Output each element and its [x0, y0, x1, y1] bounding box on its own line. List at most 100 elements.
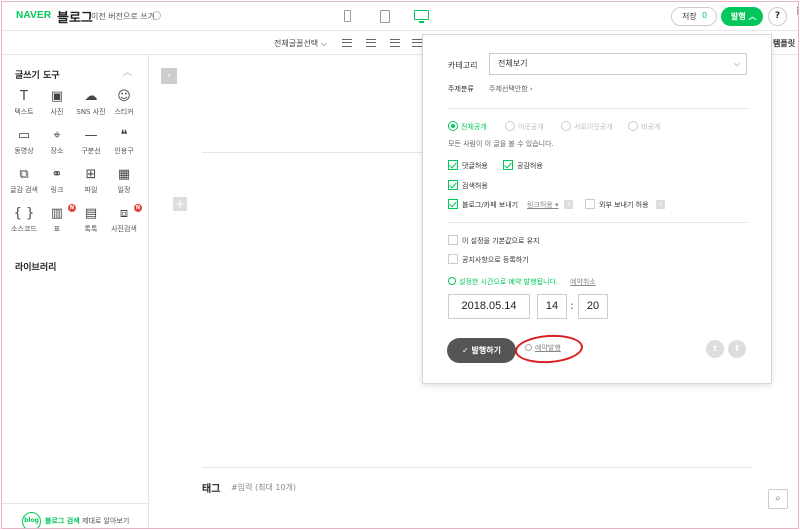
tool-talktalk[interactable]: ▤ 톡톡 [74, 206, 108, 234]
collapse-sidebar-button[interactable]: ‹ [161, 68, 177, 84]
pc-preview-icon[interactable] [414, 10, 429, 20]
allow-search-checkbox[interactable] [448, 180, 458, 190]
tool-label: 표 [53, 225, 61, 233]
more-menu-button[interactable]: ⋮ [793, 7, 798, 17]
tool-sns-photo[interactable]: ☁ SNS 사진 [74, 89, 108, 117]
facebook-icon[interactable]: f [728, 340, 746, 358]
visibility-radio-mutual[interactable] [561, 121, 571, 131]
twitter-icon[interactable]: t [706, 340, 724, 358]
tool-sticker[interactable]: ☺ 스티커 [107, 89, 141, 117]
allow-likes-checkbox[interactable] [503, 160, 513, 170]
external-share-checkbox[interactable] [585, 199, 595, 209]
allow-share-label: 블로그/카페 보내기 [462, 201, 519, 209]
tag-input[interactable]: #입력 (최대 10개) [231, 482, 296, 493]
save-count: 0 [702, 11, 708, 20]
tool-schedule[interactable]: ▦ 일정 [107, 167, 141, 195]
publish-button[interactable]: 발행 ︿ [721, 7, 763, 26]
date-field[interactable]: 2018.05.14 [448, 294, 530, 319]
divider-icon: — [84, 128, 98, 143]
visibility-public-label: 전체공개 [461, 123, 487, 131]
publish-now-label: 발행하기 [471, 346, 501, 355]
align-right-icon[interactable] [390, 39, 400, 47]
tool-file[interactable]: ⊞ 파일 [74, 167, 108, 195]
allow-share-checkbox[interactable] [448, 199, 458, 209]
tool-divider[interactable]: — 구분선 [74, 128, 108, 156]
new-badge: N [134, 204, 142, 212]
notice-checkbox[interactable] [448, 254, 458, 264]
tablet-preview-icon[interactable] [380, 10, 390, 23]
help-button[interactable]: ? [768, 7, 787, 26]
tool-label: 장소 [50, 147, 64, 155]
visibility-note: 모든 사람이 이 글을 볼 수 있습니다. [448, 140, 554, 148]
font-select[interactable]: 전체글꼴선택 ⌵ [274, 38, 327, 49]
writing-tools-sidebar: 글쓰기 도구 ︿ T 텍스트 ▣ 사진 ☁ SNS 사진 ☺ 스티커 ▭ 동영상 ⌖ 장소 … [2, 55, 149, 528]
chevron-up-icon[interactable]: ︿ [123, 65, 132, 78]
publish-settings-dialog: 카테고리 전체보기 ⌵ 주제분류 주제선택안함 › 전체공개 이웃공개 서로이웃… [422, 34, 772, 384]
visibility-radio-neighbor[interactable] [505, 121, 515, 131]
tool-label: 텍스트 [14, 108, 34, 116]
hour-field[interactable]: 14 [537, 294, 567, 319]
notice-label: 공지사항으로 등록하기 [462, 256, 529, 264]
help-icon[interactable]: ? [564, 200, 573, 209]
category-value: 전체보기 [498, 59, 528, 68]
tool-label: 구분선 [81, 147, 101, 155]
keep-default-checkbox[interactable] [448, 235, 458, 245]
search-zoom-icon[interactable]: ⌕ [768, 489, 788, 509]
allow-comments-checkbox[interactable] [448, 160, 458, 170]
tool-text[interactable]: T 텍스트 [7, 89, 41, 117]
tool-label: 사진검색 [111, 225, 137, 233]
publish-label: 발행 [731, 12, 746, 21]
tool-label: 스티커 [114, 108, 134, 116]
allow-comments-label: 댓글허용 [462, 162, 488, 170]
info-icon[interactable] [152, 11, 161, 20]
minute-field[interactable]: 20 [578, 294, 608, 319]
tool-material-search[interactable]: ⧉ 글감 검색 [7, 167, 41, 195]
library-title[interactable]: 라이브러리 [15, 260, 56, 273]
smiley-icon: ☺ [117, 89, 131, 104]
photo-icon: ▣ [50, 89, 64, 104]
link-permission-select[interactable]: 링크허용 ▾ [527, 200, 559, 210]
visibility-private-label: 비공개 [641, 123, 661, 131]
mobile-preview-icon[interactable] [344, 10, 351, 22]
visibility-radio-public[interactable] [448, 121, 458, 131]
map-pin-icon: ⌖ [53, 128, 61, 143]
topic-label: 주제분류 [448, 85, 474, 93]
template-button[interactable]: 템플릿 [773, 38, 795, 49]
chat-icon: ▤ [84, 206, 98, 221]
tool-label: 파일 [84, 186, 98, 194]
tool-link[interactable]: ⚭ 링크 [40, 167, 74, 195]
blog-search-subtext[interactable]: 제대로 알아보기 [82, 516, 129, 526]
tool-source-code[interactable]: { } 소스코드 [7, 206, 41, 234]
tool-quote[interactable]: ❝ 인용구 [107, 128, 141, 156]
category-select[interactable]: 전체보기 ⌵ [489, 53, 747, 75]
divider [448, 108, 748, 109]
font-select-label: 전체글꼴선택 [274, 39, 319, 48]
topic-select[interactable]: 주제선택안함 › [489, 84, 533, 94]
tool-place[interactable]: ⌖ 장소 [40, 128, 74, 156]
align-justify-icon[interactable] [412, 39, 422, 47]
allow-search-label: 검색허용 [462, 182, 488, 190]
keep-default-label: 이 설정을 기본값으로 유지 [462, 237, 540, 245]
blog-title[interactable]: 블로그 [57, 7, 93, 26]
editor-window: NAVER 블로그 이전 버전으로 쓰기 저장 0 발행 ︿ ? ⋮ 전체글꼴선… [1, 1, 799, 529]
schedule-cancel-link[interactable]: 예약취소 [570, 277, 596, 287]
pc-stand [419, 21, 424, 23]
help-icon[interactable]: ? [656, 200, 665, 209]
save-button[interactable]: 저장 [671, 7, 717, 26]
tag-label: 태그 [202, 484, 221, 495]
add-component-button[interactable]: + [173, 197, 187, 211]
align-left-icon[interactable] [342, 39, 352, 47]
naver-logo[interactable]: NAVER [16, 10, 51, 21]
align-center-icon[interactable] [366, 39, 376, 47]
old-version-link[interactable]: 이전 버전으로 쓰기 [91, 11, 155, 22]
video-icon: ▭ [17, 128, 31, 143]
tool-label: SNS 사진 [76, 108, 106, 116]
footer-divider [2, 503, 148, 504]
visibility-radio-private[interactable] [628, 121, 638, 131]
blog-search-link[interactable]: 블로그 검색 [45, 516, 80, 526]
tool-video[interactable]: ▭ 동영상 [7, 128, 41, 156]
tool-label: 일정 [117, 186, 131, 194]
tool-photo[interactable]: ▣ 사진 [40, 89, 74, 117]
publish-now-button[interactable]: ✓ 발행하기 [447, 338, 516, 363]
highlight-ellipse [514, 332, 584, 366]
